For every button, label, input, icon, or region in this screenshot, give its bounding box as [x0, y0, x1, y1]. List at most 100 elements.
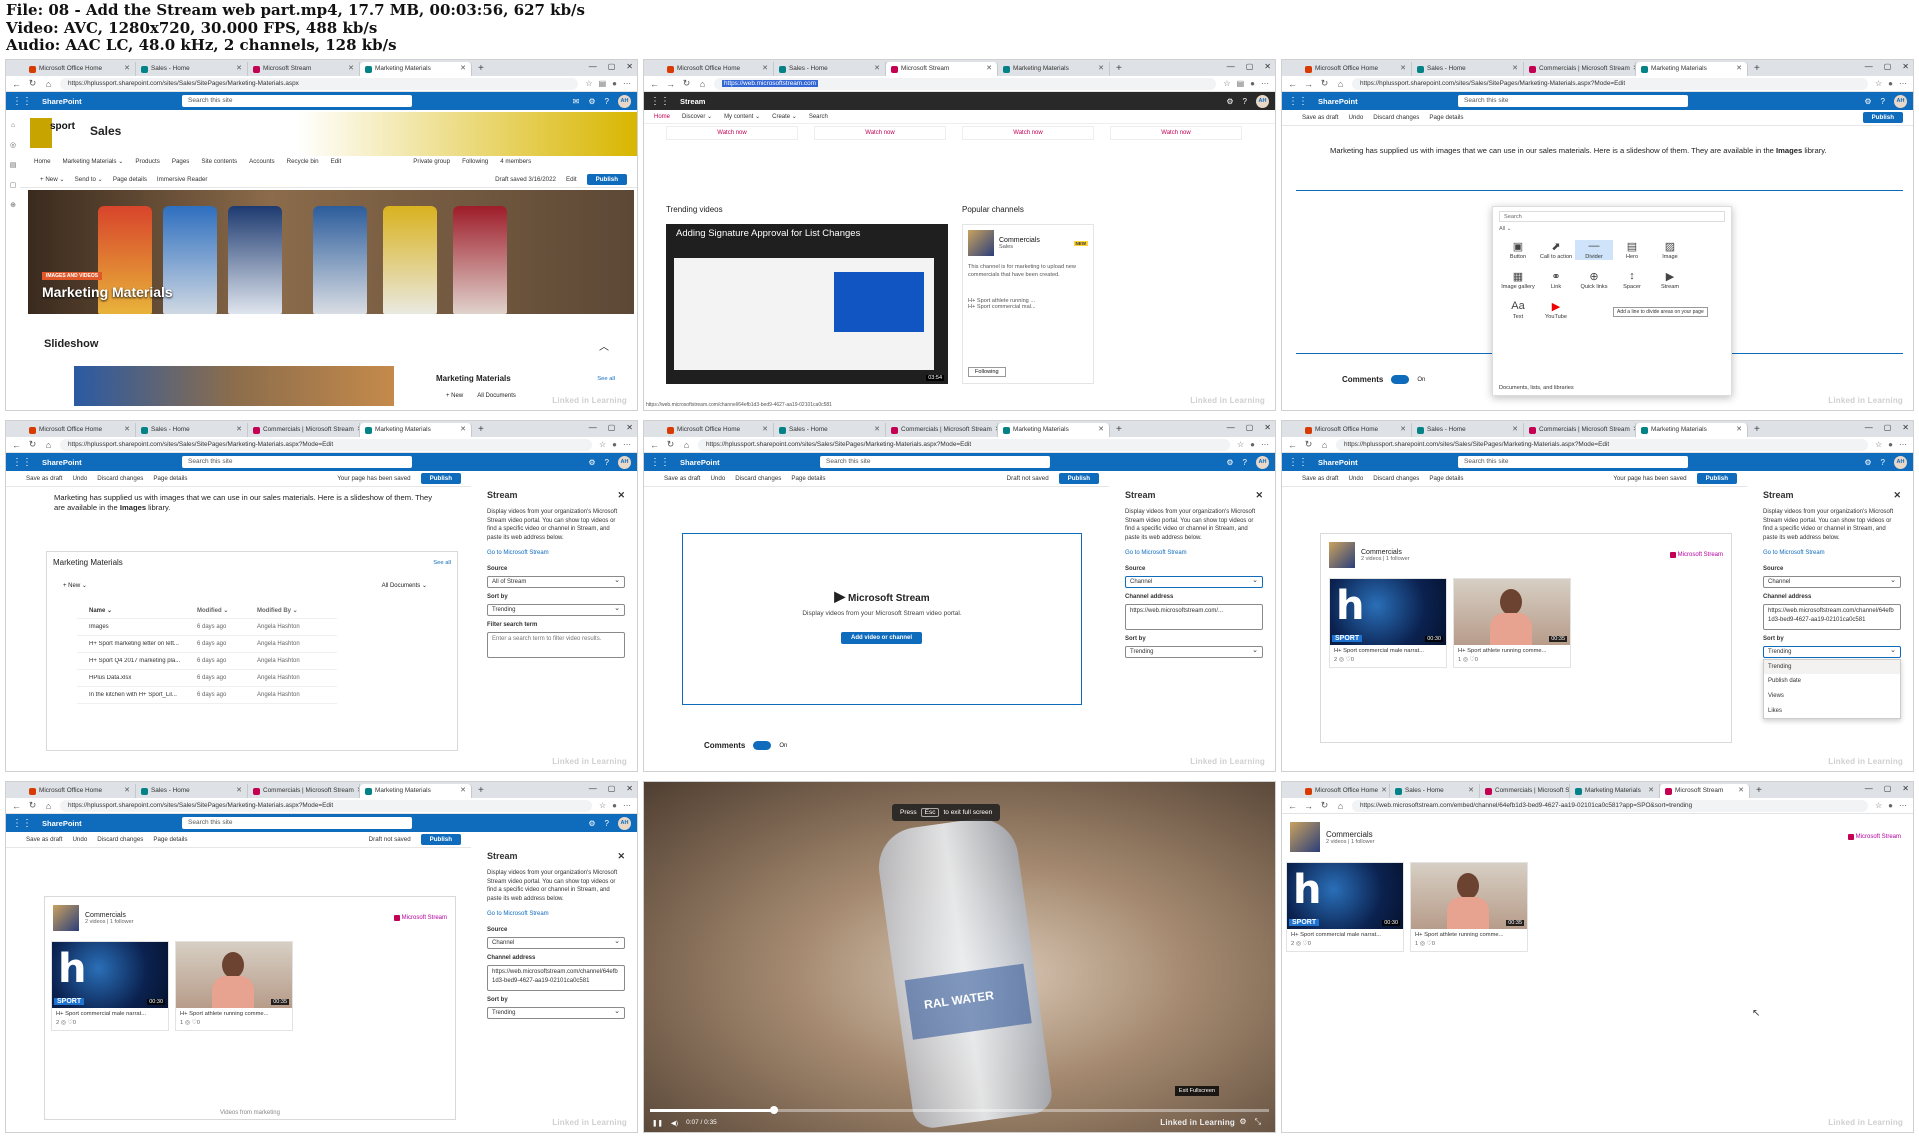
settings-icon[interactable]: ⚙: [1864, 458, 1871, 467]
tab-marketing-materials[interactable]: Marketing Materials ✕: [998, 62, 1110, 76]
profile-icon[interactable]: ●: [1250, 79, 1255, 88]
seek-bar[interactable]: [650, 1106, 1269, 1114]
reload-icon[interactable]: ↻: [666, 439, 675, 450]
video-card[interactable]: 00:35 H+ Sport athlete running comme... …: [175, 941, 293, 1031]
tab-marketing-materials[interactable]: Marketing Materials ✕: [1636, 62, 1748, 76]
close-icon[interactable]: ✕: [617, 489, 625, 502]
maximize-icon[interactable]: ▢: [1246, 423, 1254, 432]
volume-icon[interactable]: ◀): [671, 1119, 678, 1127]
url-input[interactable]: https://hplussport.sharepoint.com/sites/…: [1352, 77, 1868, 90]
close-icon[interactable]: ✕: [1648, 784, 1654, 798]
close-icon[interactable]: ✕: [1400, 423, 1406, 437]
url-input[interactable]: https://hplussport.sharepoint.com/sites/…: [698, 438, 1230, 451]
close-icon[interactable]: ✕: [626, 423, 633, 432]
back-icon[interactable]: ←: [650, 440, 659, 450]
new-button[interactable]: + New ⌄: [40, 176, 65, 183]
video-card[interactable]: h SPORT 00:30 H+ Sport commercial male nar…: [51, 941, 169, 1031]
nav-create[interactable]: Create ⌄: [772, 113, 797, 120]
site-search-input[interactable]: Search this site: [1458, 456, 1688, 468]
members-link[interactable]: 4 members: [500, 158, 531, 165]
help-icon[interactable]: ?: [605, 97, 609, 106]
stream-link[interactable]: Go to Microsoft Stream: [487, 549, 625, 558]
channel-address-input[interactable]: https://web.microsoftstream.com/channel/…: [487, 964, 625, 991]
reload-icon[interactable]: ↻: [1320, 78, 1329, 89]
minimize-icon[interactable]: —: [1865, 62, 1873, 71]
tab-marketing-materials[interactable]: Marketing Materials ✕: [1570, 784, 1660, 798]
close-icon[interactable]: ✕: [1512, 62, 1518, 76]
settings-icon[interactable]: ⚙: [1239, 1117, 1246, 1127]
close-icon[interactable]: ✕: [1255, 489, 1263, 502]
app-launcher-icon[interactable]: ⋮⋮: [1288, 457, 1308, 468]
avatar[interactable]: AH: [1894, 455, 1907, 469]
stream-web-part[interactable]: Commercials 2 videos | 1 follower Microso…: [44, 896, 456, 1120]
reload-icon[interactable]: ↻: [1320, 800, 1329, 811]
close-icon[interactable]: ✕: [1736, 62, 1742, 76]
profile-icon[interactable]: ●: [612, 79, 617, 88]
toolbox-item-hero[interactable]: ▤ Hero: [1613, 240, 1651, 260]
app-launcher-icon[interactable]: ⋮⋮: [12, 96, 32, 107]
watch-now-link[interactable]: Watch now: [814, 126, 946, 140]
help-icon[interactable]: ?: [1243, 458, 1247, 467]
close-icon[interactable]: ✕: [124, 62, 130, 76]
document-library-web-part[interactable]: Marketing Materials See all + New ⌄ All …: [46, 551, 458, 751]
tab-office-home[interactable]: Microsoft Office Home ✕: [662, 62, 774, 76]
channel-address-input[interactable]: https://web.microsoftstream.com/...: [1125, 603, 1263, 630]
back-icon[interactable]: ←: [12, 440, 21, 450]
maximize-icon[interactable]: ▢: [608, 784, 616, 793]
tab-sales-home[interactable]: Sales - Home ✕: [1412, 62, 1524, 76]
help-icon[interactable]: ?: [605, 819, 609, 828]
channel-address-input[interactable]: https://web.microsoftstream.com/channel/…: [1763, 603, 1901, 630]
tab-commercials[interactable]: Commercials | Microsoft Stream✕: [248, 784, 360, 798]
close-icon[interactable]: ✕: [1098, 62, 1104, 76]
tab-office-home[interactable]: Microsoft Office Home ✕: [24, 423, 136, 437]
favorites-icon[interactable]: ☆: [1875, 79, 1882, 88]
toolbox-filter[interactable]: All ⌄: [1499, 226, 1725, 232]
tab-stream[interactable]: Microsoft Stream ✕: [886, 62, 998, 76]
tab-commercials[interactable]: Commercials | Microsoft Stream✕: [1524, 62, 1636, 76]
new-tab-button[interactable]: +: [1110, 62, 1128, 76]
page-details-button[interactable]: Page details: [113, 176, 147, 183]
tab-commercials[interactable]: Commercials | Microsoft Stream✕: [886, 423, 998, 437]
toolbox-search-input[interactable]: Search: [1499, 211, 1725, 222]
site-search-input[interactable]: Search this site: [820, 456, 1050, 468]
reload-icon[interactable]: ↻: [28, 800, 37, 811]
reload-icon[interactable]: ↻: [1304, 439, 1313, 450]
new-tab-button[interactable]: +: [1748, 423, 1766, 437]
column-header[interactable]: Modified ⌄: [197, 607, 257, 614]
tab-office-home[interactable]: Microsoft Office Home ✕: [662, 423, 774, 437]
text-web-part[interactable]: Marketing has supplied us with images th…: [36, 489, 456, 518]
close-icon[interactable]: ✕: [626, 62, 633, 71]
more-icon[interactable]: ⋯: [1899, 440, 1907, 449]
discard-button[interactable]: Discard changes: [1373, 114, 1419, 121]
settings-icon[interactable]: ⚙: [1226, 97, 1233, 106]
back-icon[interactable]: ←: [1288, 440, 1297, 450]
nav-item-edit[interactable]: Edit: [331, 158, 342, 165]
following-button[interactable]: Following: [968, 367, 1006, 377]
help-icon[interactable]: ?: [605, 458, 609, 467]
nav-item-recycle-bin[interactable]: Recycle bin: [287, 158, 319, 165]
home-icon[interactable]: ⌂: [44, 440, 53, 450]
settings-icon[interactable]: ⚙: [588, 458, 595, 467]
close-icon[interactable]: ✕: [124, 423, 130, 437]
new-tab-button[interactable]: +: [1748, 62, 1766, 76]
see-all-link[interactable]: See all: [433, 560, 451, 566]
stream-link[interactable]: Go to Microsoft Stream: [487, 910, 625, 919]
new-tab-button[interactable]: +: [472, 62, 490, 76]
home-icon[interactable]: ⌂: [1336, 801, 1345, 811]
channel-name[interactable]: Commercials: [1326, 830, 1375, 839]
more-icon[interactable]: ⋯: [623, 801, 631, 810]
toolbox-item-youtube[interactable]: ▶ YouTube: [1537, 300, 1575, 320]
view-selector[interactable]: All Documents: [477, 393, 516, 399]
page-details-button[interactable]: Page details: [1429, 475, 1463, 482]
back-icon[interactable]: ←: [650, 79, 659, 89]
profile-icon[interactable]: ●: [1888, 801, 1893, 810]
maximize-icon[interactable]: ▢: [1246, 62, 1254, 71]
source-dropdown[interactable]: Channel: [1763, 575, 1901, 589]
stream-link[interactable]: Go to Microsoft Stream: [1763, 549, 1901, 558]
more-icon[interactable]: ⋯: [1899, 79, 1907, 88]
close-icon[interactable]: ✕: [1736, 423, 1742, 437]
tab-commercials[interactable]: Commercials | Microsoft Stream✕: [1480, 784, 1570, 798]
more-icon[interactable]: ⋯: [1261, 440, 1269, 449]
publish-button[interactable]: Publish: [1058, 473, 1099, 484]
favorites-icon[interactable]: ☆: [1875, 801, 1882, 810]
